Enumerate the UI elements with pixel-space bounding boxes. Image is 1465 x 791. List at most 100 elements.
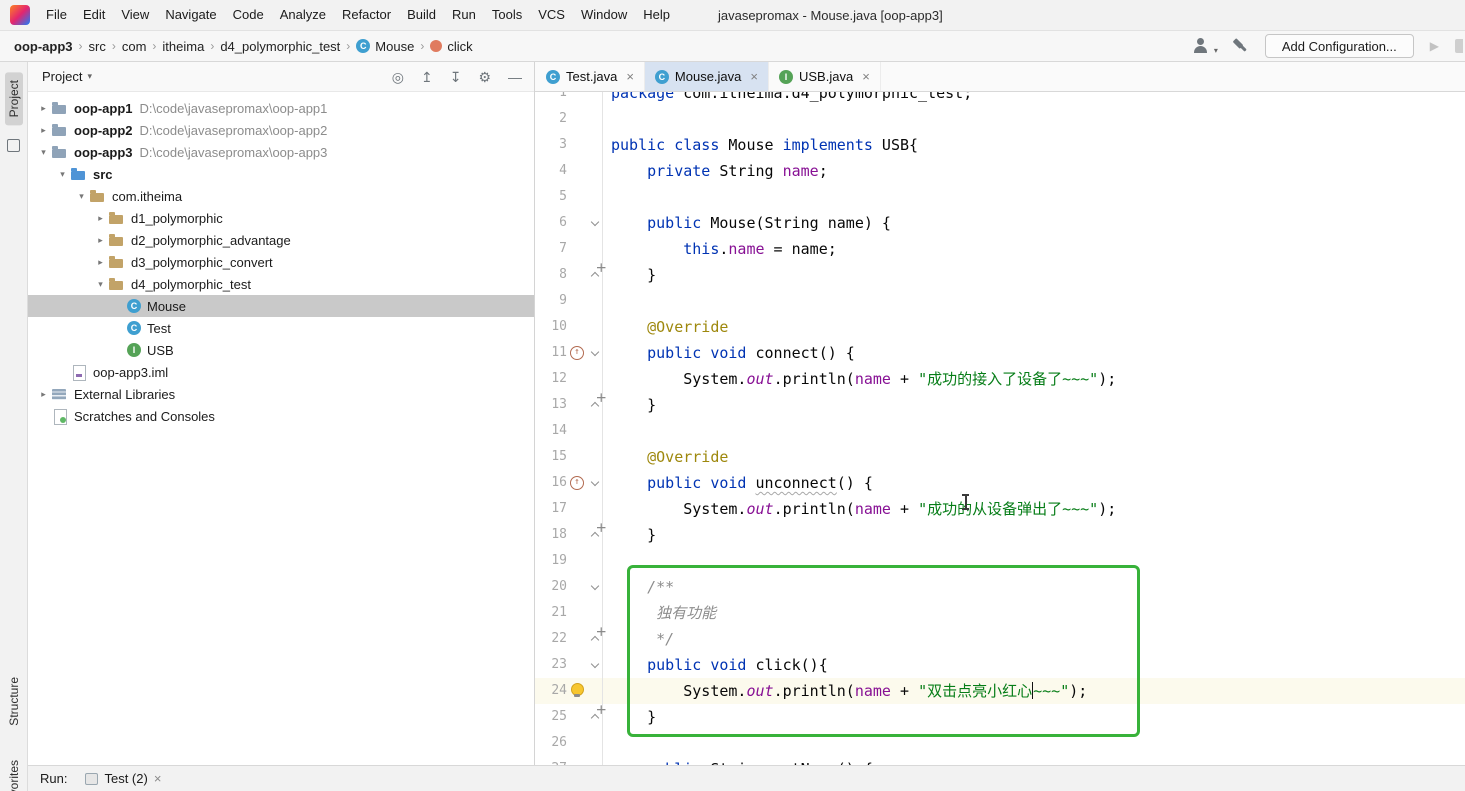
tree-item-scratches-and-consoles[interactable]: Scratches and Consoles [28,405,534,427]
menu-item-window[interactable]: Window [573,0,635,30]
code-line[interactable]: 13 } [535,392,1465,418]
code-line[interactable]: 19 [535,548,1465,574]
menu-item-view[interactable]: View [113,0,157,30]
chevron-right-icon[interactable]: ▸ [36,125,51,136]
fold-toggle-icon[interactable] [587,470,603,496]
tree-item-external-libraries[interactable]: ▸ External Libraries [28,383,534,405]
menu-item-edit[interactable]: Edit [75,0,113,30]
tree-item-oop-app3-iml[interactable]: oop-app3.iml [28,361,534,383]
code-line[interactable]: 16 public void unconnect() { [535,470,1465,496]
chevron-right-icon[interactable]: ▸ [93,213,108,224]
fold-toggle-icon[interactable] [587,262,603,288]
breadcrumb-item-click[interactable]: click [428,38,474,55]
code-area[interactable]: 1 package com.itheima.d4_polymorphic_test… [535,92,1465,765]
tool-stripe-favorites[interactable]: Favorites [5,752,23,791]
code-line[interactable]: 9 [535,288,1465,314]
breadcrumb-item-itheima[interactable]: itheima [160,38,206,55]
menu-item-run[interactable]: Run [444,0,484,30]
close-icon[interactable] [750,69,758,84]
fold-toggle-icon[interactable] [587,210,603,236]
breadcrumb-item-d4-polymorphic-test[interactable]: d4_polymorphic_test [218,38,342,55]
build-hammer-icon[interactable] [1232,38,1249,54]
code-line[interactable]: 10 @Override [535,314,1465,340]
locate-file-icon[interactable]: ◎ [392,70,404,84]
chevron-right-icon[interactable]: ▸ [93,235,108,246]
chevron-down-icon[interactable]: ▾ [93,279,108,290]
code-line[interactable]: 24 System.out.println(name + "双击点亮小红心~~~… [535,678,1465,704]
chevron-right-icon[interactable]: ▸ [36,389,51,400]
code-line[interactable]: 2 [535,106,1465,132]
code-line[interactable]: 17 System.out.println(name + "成功的从设备弹出了~… [535,496,1465,522]
clipped-toolbar-icon[interactable] [1455,39,1463,53]
code-line[interactable]: 27 public String getName() { [535,756,1465,765]
close-icon[interactable] [154,771,162,786]
breadcrumb-item-mouse[interactable]: Mouse [354,38,416,55]
intention-bulb-icon[interactable] [567,678,587,704]
tree-item-d1-polymorphic[interactable]: ▸ d1_polymorphic [28,207,534,229]
code-line[interactable]: 20 /** [535,574,1465,600]
breadcrumb-item-com[interactable]: com [120,38,149,55]
fold-toggle-icon[interactable] [587,574,603,600]
code-line[interactable]: 21 独有功能 [535,600,1465,626]
tool-stripe-structure[interactable]: Structure [5,669,23,734]
tree-item-d4-polymorphic-test[interactable]: ▾ d4_polymorphic_test [28,273,534,295]
settings-gear-icon[interactable]: ⚙ [478,70,491,84]
tree-item-mouse[interactable]: Mouse [28,295,534,317]
fold-toggle-icon[interactable] [587,704,603,730]
fold-toggle-icon[interactable] [587,652,603,678]
tree-item-test[interactable]: Test [28,317,534,339]
tree-item-d3-polymorphic-convert[interactable]: ▸ d3_polymorphic_convert [28,251,534,273]
run-play-icon[interactable] [1430,39,1439,53]
tool-stripe-project[interactable]: Project [4,72,23,126]
breadcrumb-item-oop-app3[interactable]: oop-app3 [12,38,75,55]
chevron-right-icon[interactable]: ▸ [93,257,108,268]
code-line[interactable]: 15 @Override [535,444,1465,470]
fold-toggle-icon[interactable] [587,626,603,652]
code-line[interactable]: 22 */ [535,626,1465,652]
code-line[interactable]: 3 public class Mouse implements USB{ [535,132,1465,158]
code-line[interactable]: 7 this.name = name; [535,236,1465,262]
code-line[interactable]: 25 } [535,704,1465,730]
editor-tab-mouse-java[interactable]: Mouse.java [644,62,769,91]
editor-tab-test-java[interactable]: Test.java [536,62,645,91]
chevron-down-icon[interactable] [87,71,92,82]
menu-item-tools[interactable]: Tools [484,0,530,30]
code-line[interactable]: 5 [535,184,1465,210]
menu-item-vcs[interactable]: VCS [530,0,573,30]
chevron-down-icon[interactable]: ▾ [36,147,51,158]
menu-item-analyze[interactable]: Analyze [272,0,334,30]
editor-tab-usb-java[interactable]: USB.java [769,62,881,91]
collapse-all-icon[interactable]: ↧ [450,70,462,84]
code-line[interactable]: 4 private String name; [535,158,1465,184]
tree-item-src[interactable]: ▾ src [28,163,534,185]
run-tab[interactable]: Test (2) [85,771,161,786]
breadcrumb-item-src[interactable]: src [87,38,108,55]
overriding-method-icon[interactable] [567,470,587,496]
fold-toggle-icon[interactable] [587,522,603,548]
code-line[interactable]: 26 [535,730,1465,756]
code-line[interactable]: 18 } [535,522,1465,548]
hide-panel-icon[interactable]: — [508,70,522,84]
tree-item-oop-app3[interactable]: ▾ oop-app3 D:\code\javasepromax\oop-app3 [28,141,534,163]
code-line[interactable]: 6 public Mouse(String name) { [535,210,1465,236]
expand-all-icon[interactable]: ↥ [421,70,433,84]
code-line[interactable]: 11 public void connect() { [535,340,1465,366]
add-configuration-button[interactable]: Add Configuration... [1264,34,1414,58]
menu-item-file[interactable]: File [38,0,75,30]
tool-stripe-icon[interactable] [7,139,20,153]
user-icon[interactable] [1192,38,1216,54]
code-line[interactable]: 1 package com.itheima.d4_polymorphic_test… [535,92,1465,106]
code-line[interactable]: 14 [535,418,1465,444]
menu-item-help[interactable]: Help [635,0,678,30]
menu-item-navigate[interactable]: Navigate [157,0,224,30]
tree-item-oop-app2[interactable]: ▸ oop-app2 D:\code\javasepromax\oop-app2 [28,119,534,141]
menu-item-refactor[interactable]: Refactor [334,0,399,30]
fold-toggle-icon[interactable] [587,340,603,366]
tree-item-usb[interactable]: USB [28,339,534,361]
tree-item-d2-polymorphic-advantage[interactable]: ▸ d2_polymorphic_advantage [28,229,534,251]
tree-item-oop-app1[interactable]: ▸ oop-app1 D:\code\javasepromax\oop-app1 [28,97,534,119]
code-line[interactable]: 23 public void click(){ [535,652,1465,678]
fold-toggle-icon[interactable] [587,392,603,418]
chevron-right-icon[interactable]: ▸ [36,103,51,114]
tree-item-com-itheima[interactable]: ▾ com.itheima [28,185,534,207]
